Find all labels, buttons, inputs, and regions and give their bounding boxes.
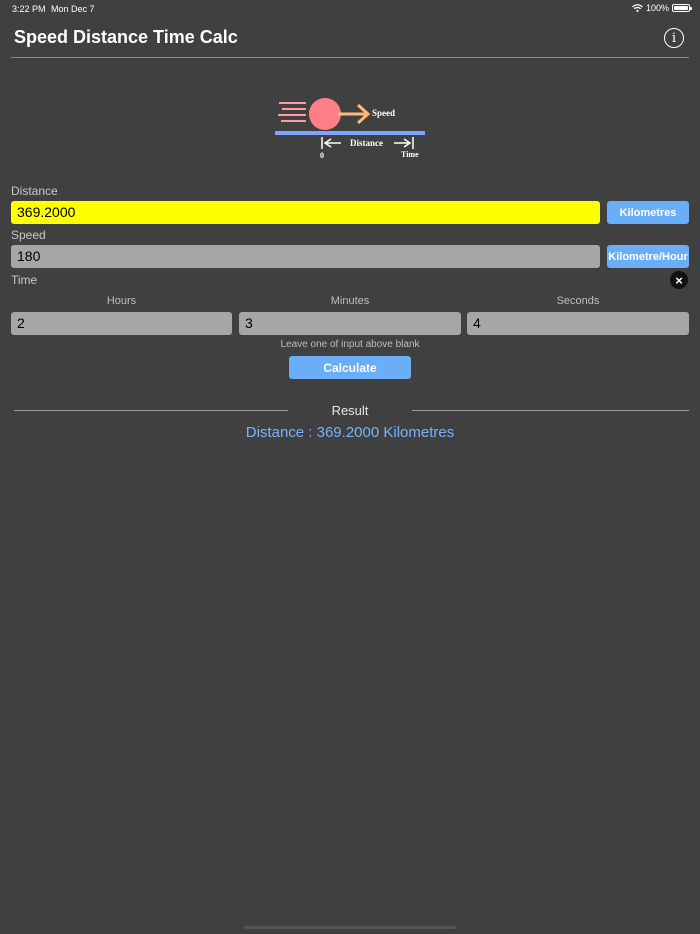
info-icon[interactable]: i (664, 28, 684, 48)
status-time: 3:22 PM (12, 4, 46, 14)
seconds-input[interactable]: 4 (467, 312, 689, 335)
wifi-icon (632, 4, 643, 12)
distance-input[interactable]: 369.2000 (11, 201, 600, 224)
battery-icon (672, 4, 692, 12)
status-bar: 3:22 PM Mon Dec 7 100% (0, 0, 700, 18)
hint-text: Leave one of input above blank (280, 339, 420, 350)
seconds-label: Seconds (556, 295, 600, 307)
distance-label: Distance (11, 184, 58, 198)
minutes-input[interactable]: 3 (239, 312, 461, 335)
result-text: Distance : 369.2000 Kilometres (245, 424, 455, 441)
distance-unit-button[interactable]: Kilometres (607, 201, 689, 224)
hours-label: Hours (106, 295, 137, 307)
clear-time-icon[interactable]: × (670, 271, 688, 289)
speed-input[interactable]: 180 (11, 245, 600, 268)
header-divider (11, 57, 689, 58)
diagram-zero-label: 0 (320, 151, 324, 160)
diagram-distance-label: Distance (350, 138, 383, 148)
diagram-speed-label: Speed (372, 108, 395, 118)
hours-input[interactable]: 2 (11, 312, 232, 335)
page-title: Speed Distance Time Calc (14, 27, 238, 47)
time-label: Time (11, 273, 38, 287)
speed-label: Speed (11, 228, 46, 242)
home-indicator (244, 926, 456, 929)
minutes-label: Minutes (330, 295, 370, 307)
ball-shape (309, 98, 341, 130)
status-right: 100% (632, 3, 692, 13)
diagram-time-label: Time (401, 150, 419, 159)
result-label: Result (331, 403, 369, 418)
calculate-button[interactable]: Calculate (289, 356, 411, 379)
speed-unit-button[interactable]: Kilometre/Hour (607, 245, 689, 268)
speed-distance-time-diagram: Speed Distance 0 Time (275, 98, 425, 160)
status-date: Mon Dec 7 (51, 4, 95, 14)
battery-percent: 100% (645, 3, 669, 13)
